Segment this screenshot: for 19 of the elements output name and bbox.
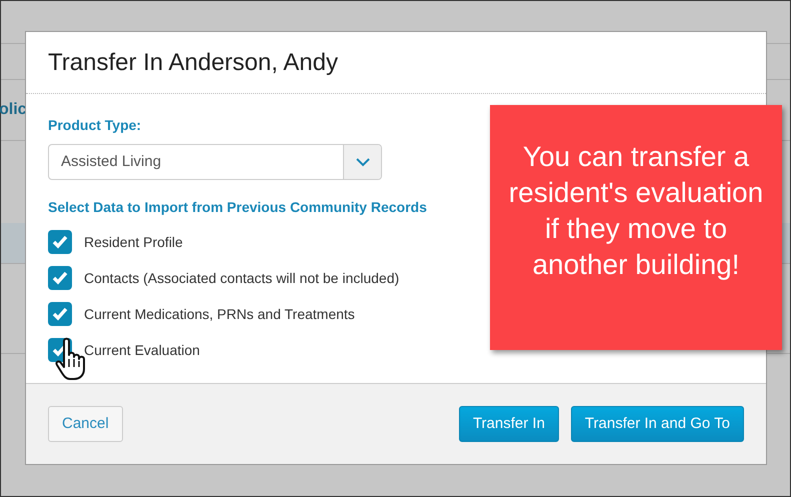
checkbox[interactable] bbox=[48, 302, 72, 326]
product-type-select[interactable]: Assisted Living bbox=[48, 144, 382, 180]
checkbox-label: Resident Profile bbox=[84, 232, 183, 252]
checkmark-icon bbox=[52, 235, 68, 249]
checkbox-label: Current Medications, PRNs and Treatments bbox=[84, 304, 355, 324]
checkbox-label: Contacts (Associated contacts will not be included) bbox=[84, 268, 400, 288]
section-heading: Select Data to Import from Previous Community Records bbox=[48, 198, 427, 217]
field-label: Product Type: bbox=[48, 116, 142, 135]
dialog-title: Transfer In Anderson, Andy bbox=[48, 48, 338, 78]
checkmark-icon bbox=[52, 307, 68, 321]
dialog-button[interactable]: Cancel bbox=[48, 406, 123, 442]
checkmark-icon bbox=[52, 271, 68, 285]
checkbox[interactable] bbox=[48, 230, 72, 254]
checkbox-label: Current Evaluation bbox=[84, 340, 200, 360]
chevron-down-icon bbox=[356, 158, 370, 166]
callout-text: You can transfer a resident's evaluation if they move to another building! bbox=[508, 140, 764, 282]
checkbox[interactable] bbox=[48, 266, 72, 290]
dialog-button[interactable]: Transfer In and Go To bbox=[570, 406, 744, 442]
dialog-button[interactable]: Transfer In bbox=[458, 406, 559, 442]
